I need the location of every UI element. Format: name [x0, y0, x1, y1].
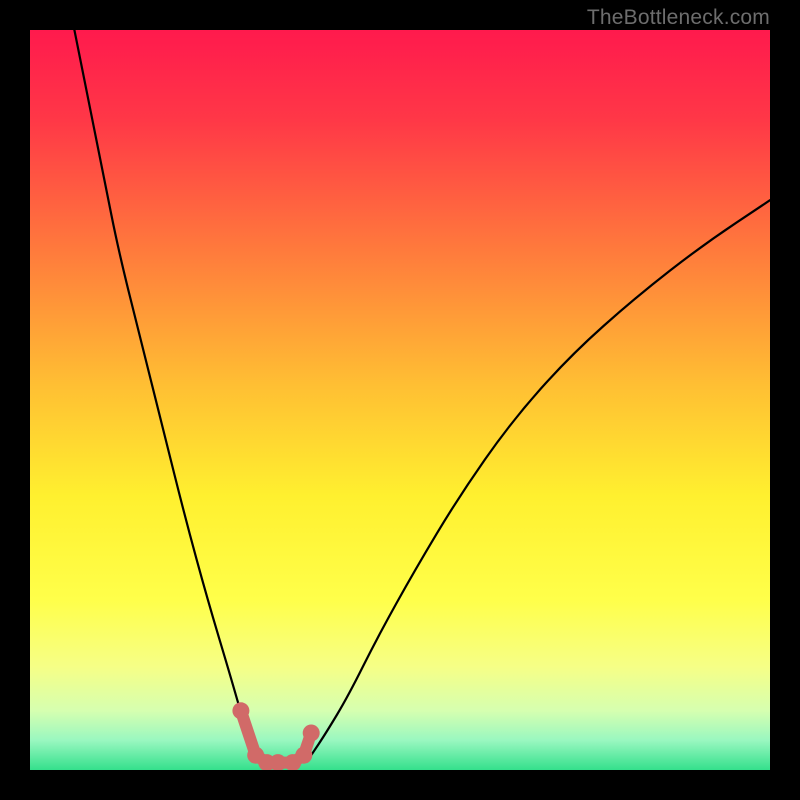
optimal-marker-dot: [232, 702, 249, 719]
optimal-marker-dot: [303, 725, 320, 742]
watermark-text: TheBottleneck.com: [587, 6, 770, 30]
bottleneck-curve: [30, 30, 770, 770]
chart-frame: TheBottleneck.com: [0, 0, 800, 800]
plot-area: [30, 30, 770, 770]
optimal-marker-dot: [295, 747, 312, 764]
curve-left-branch: [74, 30, 259, 755]
curve-right-branch: [311, 200, 770, 755]
